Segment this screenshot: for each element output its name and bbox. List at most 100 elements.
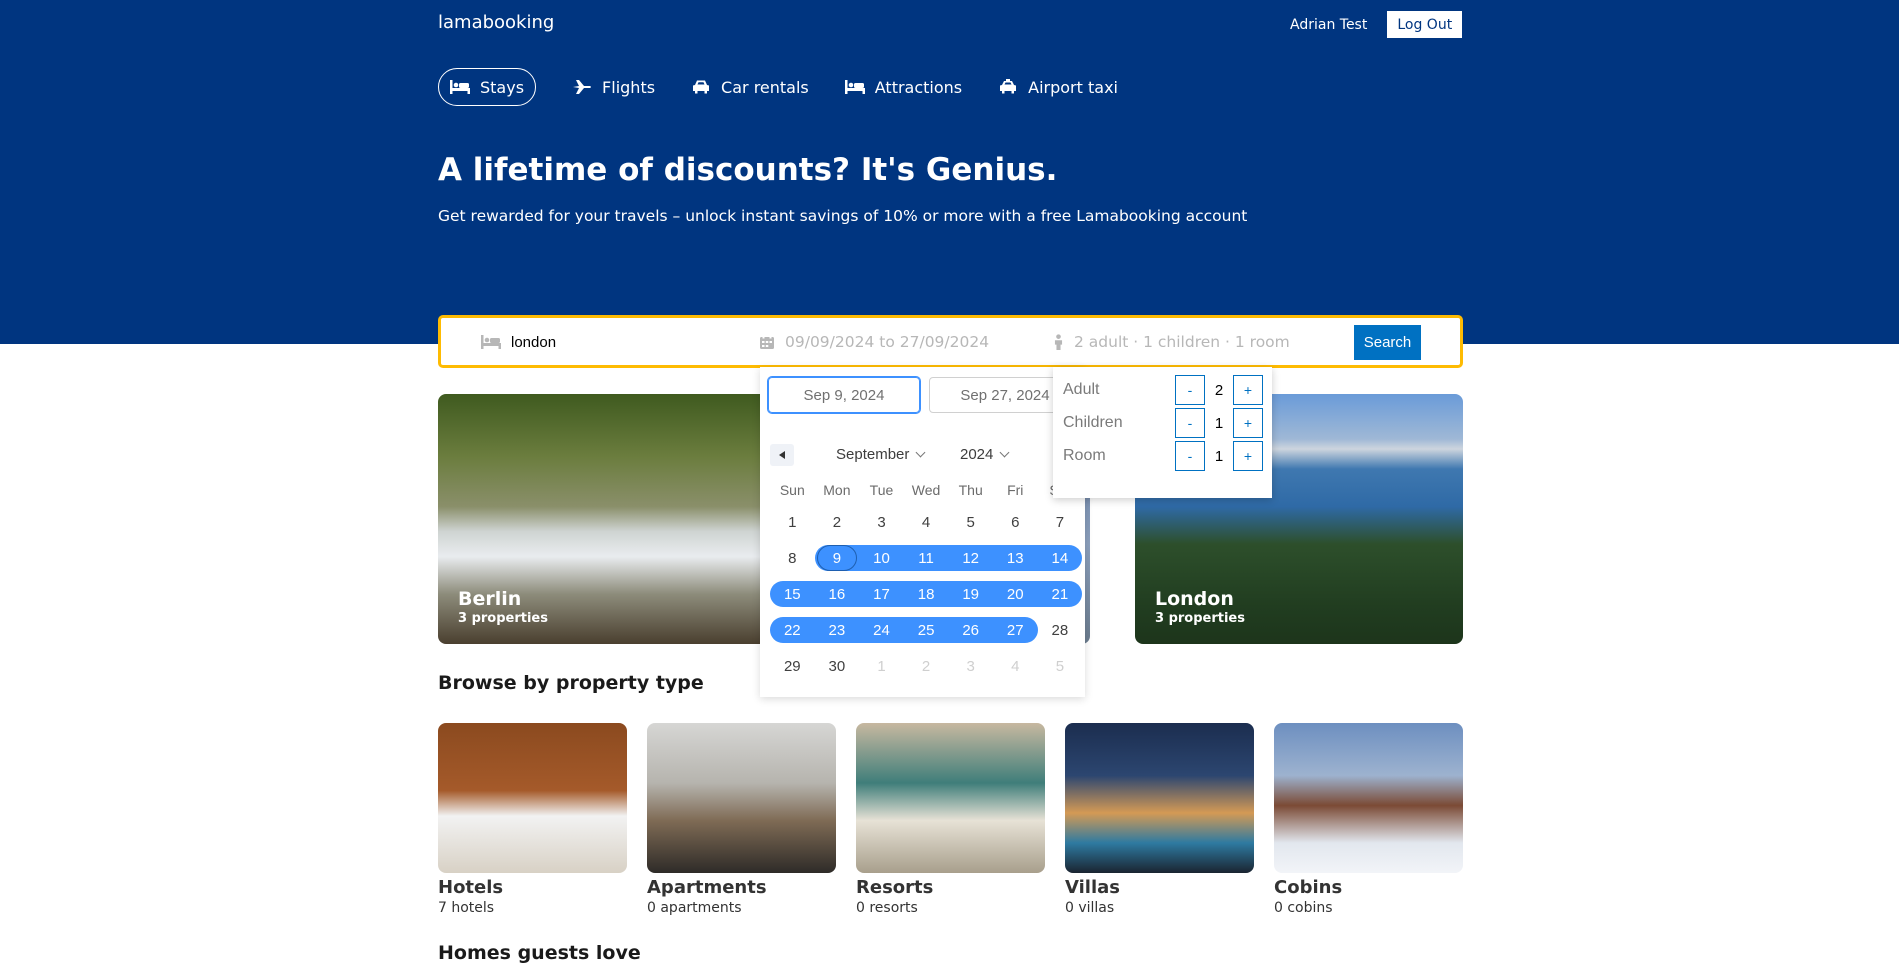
guests-field[interactable]: 2 adult · 1 children · 1 room [1053,330,1290,354]
calendar-week: 15 16 17 18 19 20 21 [770,576,1083,612]
calendar-day[interactable]: 24 [859,617,904,643]
property-type-name: Apartments [647,877,767,898]
calendar-day[interactable]: 13 [993,545,1038,571]
calendar-day-number: 4 [921,513,931,531]
calendar-day[interactable]: 8 [770,545,815,571]
calendar-day[interactable]: 7 [1038,509,1083,535]
calendar-day-number: 18 [917,585,935,603]
calendar-day[interactable]: 27 [993,617,1038,643]
calendar-day[interactable]: 5 [1038,653,1083,679]
calendar-day[interactable]: 15 [770,581,815,607]
logo[interactable]: lamabooking [438,12,554,33]
room-increment-button[interactable]: + [1233,441,1263,471]
adult-row: Adult - 2 + [1063,375,1263,405]
bed-icon [450,80,470,94]
calendar-day-number: 5 [966,513,975,531]
calendar-day-number: 14 [1051,549,1069,567]
adult-stepper: - 2 + [1175,375,1263,405]
nav-bar: Stays Flights Car rentals Attractions Ai… [438,68,1118,106]
nav-item-flights[interactable]: Flights [572,68,655,106]
calendar-day-number: 1 [788,513,797,531]
calendar-day[interactable]: 16 [815,581,860,607]
date-range-inputs: Sep 9, 2024 Sep 27, 2024 [768,377,1081,413]
adult-increment-button[interactable]: + [1233,375,1263,405]
calendar-day[interactable]: 3 [859,509,904,535]
nav-item-car-rentals[interactable]: Car rentals [691,68,809,106]
calendar-day[interactable]: 2 [815,509,860,535]
property-type-count: 7 hotels [438,900,495,916]
weekday-label: Sun [779,482,805,498]
calendar-day-number: 28 [1051,621,1069,639]
bed-icon [844,80,865,94]
calendar-day[interactable]: 17 [859,581,904,607]
calendar-day[interactable]: 21 [1038,581,1083,607]
calendar-day[interactable]: 28 [1038,617,1083,643]
calendar-day[interactable]: 5 [948,509,993,535]
user-area: Adrian Test Log Out [1290,11,1463,38]
calendar-day[interactable]: 11 [904,545,949,571]
nav-item-attractions[interactable]: Attractions [844,68,963,106]
calendar-day[interactable]: 2 [904,653,949,679]
hero-title: A lifetime of discounts? It's Genius. [438,152,1058,188]
calendar-day[interactable]: 30 [815,653,860,679]
calendar-day-number: 3 [966,657,975,675]
calendar-day[interactable]: 23 [815,617,860,643]
children-increment-button[interactable]: + [1233,408,1263,438]
calendar-day[interactable]: 1 [859,653,904,679]
room-stepper: - 1 + [1175,441,1263,471]
weekday-label: Thu [958,482,983,498]
calendar-day[interactable]: 4 [993,653,1038,679]
username: Adrian Test [1290,16,1368,33]
calendar-day[interactable]: 14 [1038,545,1083,571]
calendar-day-number: 26 [962,621,980,639]
property-type-image [856,723,1045,873]
date-range-text: 09/09/2024 to 27/09/2024 [785,333,990,351]
calendar-day[interactable]: 1 [770,509,815,535]
children-decrement-button[interactable]: - [1175,408,1205,438]
adult-decrement-button[interactable]: - [1175,375,1205,405]
room-decrement-button[interactable]: - [1175,441,1205,471]
calendar-day-number: 4 [1011,657,1020,675]
calendar-day-number: 29 [783,657,801,675]
calendar-day[interactable]: 4 [904,509,949,535]
nav-item-label: Flights [602,77,656,97]
calendar-day-number: 22 [783,621,801,639]
calendar-day-number: 2 [921,657,931,675]
calendar-week: 22 23 24 25 26 27 28 [770,612,1082,648]
calendar-day[interactable]: 26 [948,617,993,643]
property-type-villas[interactable]: Villas 0 villas [1065,723,1254,916]
weekday-label: Tue [869,482,894,498]
calendar-day[interactable]: 20 [993,581,1038,607]
year-select[interactable]: 2024 [960,446,1010,463]
calendar-day[interactable]: 19 [948,581,993,607]
nav-item-stays[interactable]: Stays [438,68,537,106]
destination-field[interactable] [481,330,711,354]
nav-item-label: Attractions [874,77,963,97]
featured-city-berlin[interactable]: Berlin 3 properties [438,394,768,644]
date-picker-popup: Sep 9, 2024 Sep 27, 2024 September 2024 … [760,367,1085,697]
calendar-day-number: 21 [1051,585,1069,603]
calendar-day[interactable]: 12 [948,545,993,571]
calendar-day[interactable]: 3 [948,653,993,679]
calendar-day[interactable]: 25 [904,617,949,643]
date-range-field[interactable]: 09/09/2024 to 27/09/2024 [759,330,989,354]
start-date-input[interactable]: Sep 9, 2024 [768,377,920,413]
calendar-day[interactable]: 22 [770,617,815,643]
calendar-day[interactable]: 10 [859,545,904,571]
calendar-day[interactable]: 18 [904,581,949,607]
month-select[interactable]: September [836,446,926,463]
calendar-day-number: 20 [1006,585,1024,603]
property-type-resorts[interactable]: Resorts 0 resorts [856,723,1045,916]
prev-month-button[interactable] [770,444,794,466]
property-type-image [1065,723,1254,873]
search-button[interactable]: Search [1354,325,1421,360]
destination-input[interactable] [511,333,711,351]
property-type-hotels[interactable]: Hotels 7 hotels [438,723,627,916]
calendar-day[interactable]: 6 [993,509,1038,535]
property-type-apartments[interactable]: Apartments 0 apartments [647,723,836,916]
nav-item-airport-taxi[interactable]: Airport taxi [998,68,1118,106]
logout-button[interactable]: Log Out [1387,11,1463,38]
property-type-cobins[interactable]: Cobins 0 cobins [1274,723,1463,916]
calendar-day[interactable]: 29 [770,653,815,679]
calendar-day[interactable]: 9 [815,545,860,571]
